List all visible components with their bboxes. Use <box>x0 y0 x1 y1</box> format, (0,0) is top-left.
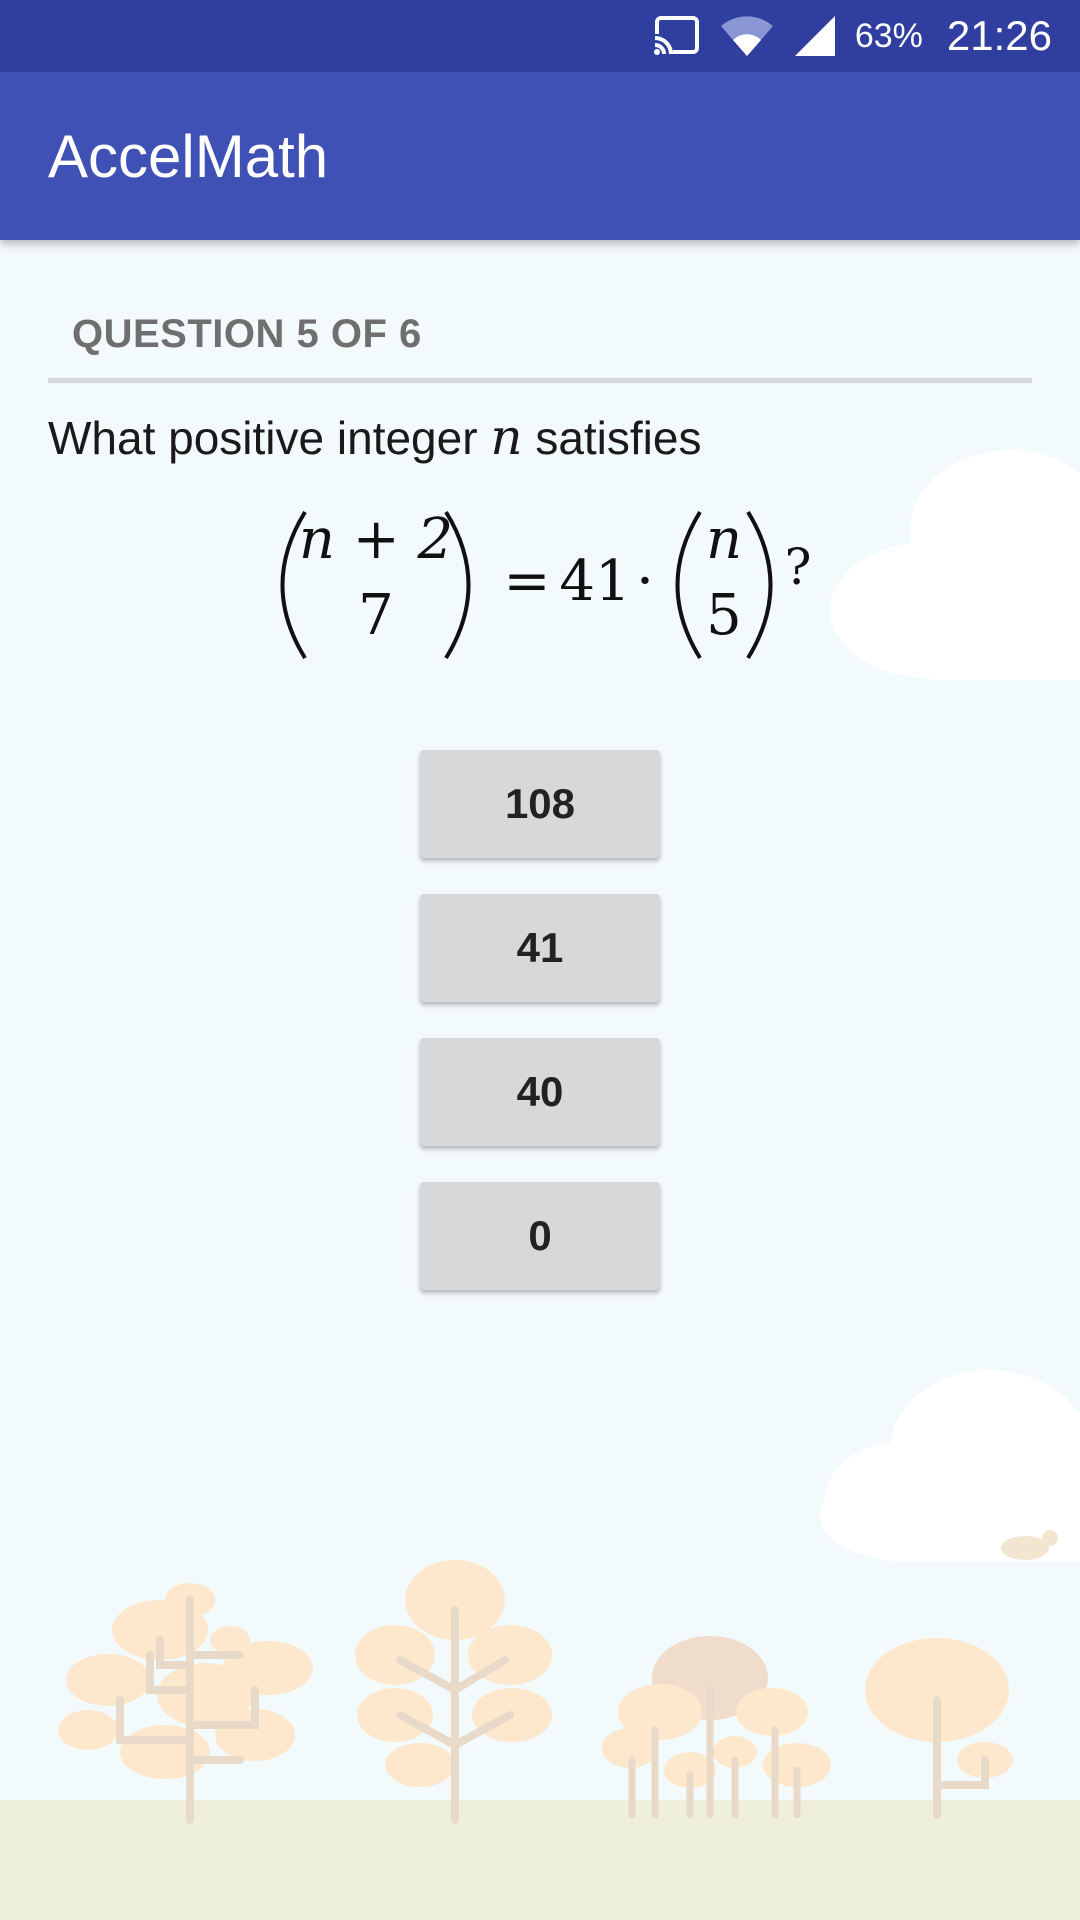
question-suffix: satisfies <box>535 412 702 464</box>
binom-rhs-top: n <box>706 507 742 572</box>
answer-button-2[interactable]: 41 <box>420 894 660 1002</box>
answer-button-4[interactable]: 0 <box>420 1182 660 1290</box>
coefficient: 41 <box>559 549 630 614</box>
tree-2 <box>355 1560 552 1824</box>
equals-sign: = <box>504 549 551 614</box>
cast-icon <box>652 16 699 56</box>
battery-text: 63% <box>854 16 923 55</box>
equation: n + 2 7 = 41 · n 5 ? <box>280 507 812 660</box>
tree-3 <box>602 1636 831 1819</box>
question-prefix: What positive integer <box>48 412 478 464</box>
tree-1 <box>58 1583 313 1824</box>
question-variable: n <box>490 408 523 466</box>
binom-lhs-bottom: 7 <box>358 583 394 648</box>
answer-list: 108 41 40 0 <box>420 750 660 1326</box>
cell-signal-icon <box>794 16 835 56</box>
app-title: AccelMath <box>48 123 329 190</box>
binom-lhs-top: n + 2 <box>299 507 453 572</box>
question-text: What positive integer n satisfies <box>48 408 701 466</box>
question-counter: QUESTION 5 OF 6 <box>72 312 422 356</box>
wifi-icon <box>720 16 773 56</box>
answer-button-3[interactable]: 40 <box>420 1038 660 1146</box>
left-paren-2 <box>675 510 702 660</box>
binom-rhs-bottom: 5 <box>706 583 742 648</box>
cloud-bottom-right <box>820 1370 1080 1562</box>
tree-4 <box>865 1638 1013 1819</box>
app-bar: AccelMath <box>0 72 1080 240</box>
divider <box>48 378 1032 383</box>
ground <box>0 1800 1080 1920</box>
multiply-dot: · <box>636 549 654 614</box>
status-bar: 63% 21:26 <box>0 0 1080 72</box>
answer-button-1[interactable]: 108 <box>420 750 660 858</box>
question-mark: ? <box>785 538 812 596</box>
clock: 21:26 <box>946 12 1052 59</box>
right-paren-2 <box>746 510 773 660</box>
status-icons: 63% 21:26 <box>652 0 1052 72</box>
